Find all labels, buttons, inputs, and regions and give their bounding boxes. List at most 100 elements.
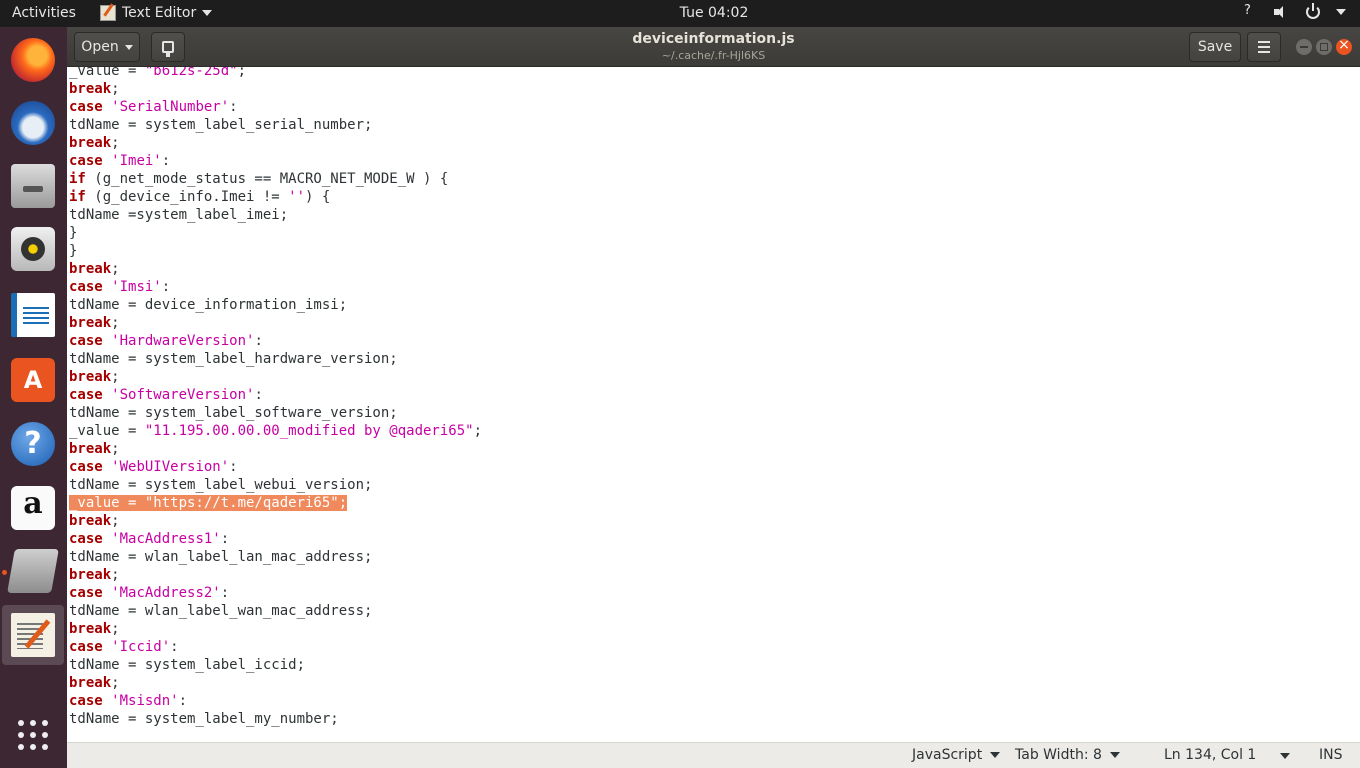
show-applications-button[interactable]: [2, 705, 64, 765]
string-token: 'WebUIVersion': [111, 459, 230, 475]
code-token: :: [170, 639, 179, 655]
code-line[interactable]: if (g_net_mode_status == MACRO_NET_MODE_…: [69, 170, 482, 188]
code-token: tdName = device_information_imsi;: [69, 297, 348, 313]
string-token: 'MacAddress2': [111, 585, 221, 601]
code-line[interactable]: _value = "b612s-25d";: [69, 67, 482, 80]
chevron-down-icon: [990, 752, 1001, 758]
printer-icon: [7, 549, 59, 593]
code-line[interactable]: break;: [69, 512, 482, 530]
string-token: 'Imsi': [111, 279, 162, 295]
dock: [0, 27, 67, 768]
chevron-down-icon: [1336, 9, 1346, 15]
clock[interactable]: Tue 04:02: [0, 5, 1360, 21]
volume-icon: [1274, 5, 1290, 19]
minimize-button[interactable]: [1296, 39, 1312, 55]
code-token: tdName = system_label_my_number;: [69, 711, 339, 727]
code-line[interactable]: case 'Iccid':: [69, 638, 482, 656]
code-line[interactable]: }: [69, 224, 482, 242]
code-line[interactable]: break;: [69, 368, 482, 386]
code-line[interactable]: break;: [69, 314, 482, 332]
code-line[interactable]: tdName = system_label_iccid;: [69, 656, 482, 674]
chevron-down-icon: [1109, 752, 1120, 758]
apps-grid-icon: [18, 720, 48, 750]
code-token: ;: [237, 67, 247, 79]
code-token: ;: [111, 513, 120, 529]
code-token: }: [69, 243, 78, 259]
code-token: :: [254, 387, 263, 403]
text-editor-area[interactable]: _value = "b612s-25d"; break; case 'SerialN…: [67, 67, 1360, 742]
code-view[interactable]: _value = "b612s-25d"; break; case 'SerialN…: [69, 67, 482, 728]
code-line[interactable]: if (g_device_info.Imei != '') {: [69, 188, 482, 206]
tab-width-label: Tab Width: 8: [1015, 747, 1102, 763]
code-line[interactable]: break;: [69, 80, 482, 98]
code-line[interactable]: tdName = system_label_serial_number;: [69, 116, 482, 134]
code-line[interactable]: tdName = system_label_my_number;: [69, 710, 482, 728]
code-line[interactable]: case 'HardwareVersion':: [69, 332, 482, 350]
code-line[interactable]: case 'Imei':: [69, 152, 482, 170]
save-button[interactable]: Save: [1189, 32, 1241, 62]
status-bar: JavaScript Tab Width: 8 Ln 134, Col 1 IN…: [67, 742, 1360, 768]
code-line[interactable]: tdName = device_information_imsi;: [69, 296, 482, 314]
dock-item-printer[interactable]: [2, 541, 64, 601]
code-line[interactable]: case 'Imsi':: [69, 278, 482, 296]
keyword-token: break: [69, 369, 112, 385]
code-line[interactable]: }: [69, 242, 482, 260]
code-line[interactable]: tdName = system_label_webui_version;: [69, 476, 482, 494]
thunderbird-icon: [11, 101, 55, 145]
cursor-position[interactable]: Ln 134, Col 1: [1164, 747, 1256, 763]
language-selector[interactable]: JavaScript: [912, 747, 1001, 763]
code-line[interactable]: tdName = system_label_hardware_version;: [69, 350, 482, 368]
system-status-area[interactable]: [1242, 3, 1346, 20]
code-line[interactable]: break;: [69, 440, 482, 458]
keyword-token: case: [69, 279, 103, 295]
string-token: "11.195.00.00.00_modified by @qaderi65": [144, 423, 474, 439]
dock-item-text-editor[interactable]: [2, 605, 64, 665]
code-line[interactable]: break;: [69, 260, 482, 278]
dock-item-writer[interactable]: [2, 285, 64, 345]
keyword-token: case: [69, 639, 103, 655]
code-line[interactable]: tdName = wlan_label_wan_mac_address;: [69, 602, 482, 620]
code-line[interactable]: case 'WebUIVersion':: [69, 458, 482, 476]
dock-item-rhythmbox[interactable]: [2, 219, 64, 279]
dock-item-files[interactable]: [2, 156, 64, 216]
code-line[interactable]: case 'MacAddress2':: [69, 584, 482, 602]
dock-item-amazon[interactable]: [2, 478, 64, 538]
keyword-token: break: [69, 441, 112, 457]
code-line[interactable]: break;: [69, 566, 482, 584]
string-token: 'SerialNumber': [111, 99, 230, 115]
code-line[interactable]: case 'SerialNumber':: [69, 98, 482, 116]
hamburger-menu-button[interactable]: [1247, 32, 1281, 62]
insert-mode-label: INS: [1319, 747, 1343, 763]
keyword-token: case: [69, 153, 103, 169]
code-line[interactable]: _value = "https://t.me/qaderi65";: [69, 494, 482, 512]
code-line[interactable]: tdName = system_label_software_version;: [69, 404, 482, 422]
amazon-icon: [11, 486, 55, 530]
close-button[interactable]: [1336, 37, 1352, 55]
code-line[interactable]: break;: [69, 134, 482, 152]
keyword-token: if: [69, 189, 86, 205]
dock-item-thunderbird[interactable]: [2, 93, 64, 153]
code-token: _value =: [69, 423, 145, 439]
code-line[interactable]: case 'MacAddress1':: [69, 530, 482, 548]
maximize-button[interactable]: [1316, 39, 1332, 55]
code-line[interactable]: break;: [69, 674, 482, 692]
code-line[interactable]: tdName = wlan_label_lan_mac_address;: [69, 548, 482, 566]
code-line[interactable]: case 'Msisdn':: [69, 692, 482, 710]
dock-item-help[interactable]: [2, 414, 64, 474]
code-line[interactable]: break;: [69, 620, 482, 638]
code-token: ;: [111, 369, 120, 385]
code-token: :: [254, 333, 263, 349]
code-line[interactable]: tdName =system_label_imei;: [69, 206, 482, 224]
keyword-token: break: [69, 567, 112, 583]
insert-mode: INS: [1319, 747, 1343, 763]
code-token: tdName = system_label_serial_number;: [69, 117, 373, 133]
code-token: :: [161, 153, 171, 169]
code-line[interactable]: case 'SoftwareVersion':: [69, 386, 482, 404]
code-token: tdName = wlan_label_lan_mac_address;: [69, 549, 373, 565]
tab-width-selector[interactable]: Tab Width: 8: [1015, 747, 1120, 763]
dock-item-software[interactable]: [2, 350, 64, 410]
dock-item-firefox[interactable]: [2, 30, 64, 90]
code-line[interactable]: _value = "11.195.00.00.00_modified by @q…: [69, 422, 482, 440]
code-token: }: [69, 225, 78, 241]
